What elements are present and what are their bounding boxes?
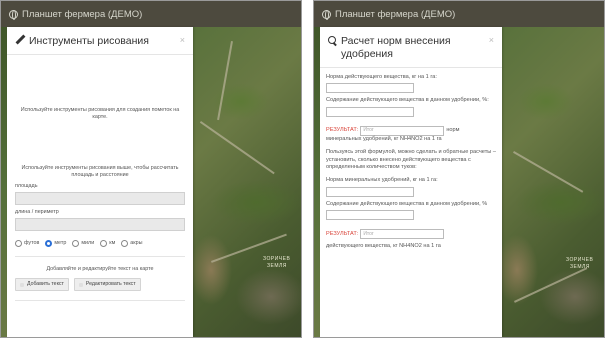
add-text-button[interactable]: Добавить текст [15,278,69,291]
result-output-1[interactable]: Итог [360,125,445,136]
unit-radio-feet[interactable]: футов [15,240,39,247]
close-icon[interactable]: × [180,35,185,45]
divider [15,256,185,257]
search-icon [328,36,337,46]
panel-title: Инструменты рисования [15,35,149,48]
active-substance-input[interactable] [326,83,414,94]
text-hint: Добавляйте и редактируйте текст на карте [46,266,154,272]
measure-hint: Используйте инструменты рисования выше, … [21,165,179,178]
text-icon [20,282,24,287]
app-titlebar: Планшет фермера (ДЕМО) [314,1,604,27]
fertilizer-calc-panel: Расчет норм внесения удобрения × Норма д… [320,27,502,337]
radio-button[interactable] [121,240,129,247]
result-output-2[interactable]: Итог [360,229,445,240]
app-titlebar: Планшет фермера (ДЕМО) [1,1,301,27]
divider [15,300,185,301]
pencil-icon [15,35,25,45]
close-icon[interactable]: × [489,35,494,45]
area-field [15,192,185,205]
globe-icon [9,9,18,20]
unit-radio-km[interactable]: км [100,240,115,247]
radio-button[interactable] [15,240,22,247]
result-suffix: норм [446,127,460,134]
edit-icon [78,282,83,287]
markers-hint: Используйте инструменты рисования для со… [20,107,180,120]
result-row-1: РЕЗУЛЬТАТ: Итог норм [326,125,496,136]
content-label-2: Содержание действующего вещества в данно… [326,200,488,207]
perimeter-label: длина / периметр [15,209,59,215]
content-input-2[interactable] [326,210,414,221]
unit-radio-miles[interactable]: мили [72,240,94,247]
drawing-tools-panel: Инструменты рисования × Используйте инст… [7,27,193,337]
radio-button[interactable] [72,240,80,247]
panel-header: Инструменты рисования × [7,27,193,55]
content-input-1[interactable] [326,106,414,117]
result-label: РЕЗУЛЬТАТ: [326,127,359,134]
result-row-2: РЕЗУЛЬТАТ: Итог [326,229,496,240]
radio-button-selected[interactable] [45,240,53,247]
radio-button[interactable] [100,240,108,247]
screenshot-drawing-tools: ЗОРИЧЕВ ЗЕМЛЯ Планшет фермера (ДЕМО) Инс… [0,0,302,338]
app-title: Планшет фермера (ДЕМО) [335,8,456,20]
reverse-calc-hint: Пользуясь этой формулой, можно сделать и… [326,149,496,171]
perimeter-field [15,218,185,231]
active-substance-label: Норма действующего вещества, кг на 1 га: [326,74,437,80]
globe-icon [322,9,331,20]
result-label: РЕЗУЛЬТАТ: [326,230,359,237]
panel-title: Расчет норм внесения удобрения [328,35,489,61]
mineral-norm-input[interactable] [326,186,414,197]
unit-radio-group: футов метр мили км акры [15,240,185,247]
unit-radio-meter[interactable]: метр [45,240,66,247]
panel-title-text: Инструменты рисования [29,35,149,47]
result-description-1: минеральных удобрений, кг NH4NO2 на 1 га [326,135,442,142]
area-label: площадь [15,183,38,189]
edit-text-button[interactable]: Редактировать текст [73,278,141,291]
panel-header: Расчет норм внесения удобрения × [320,27,502,68]
content-label-1: Содержание действующего вещества в данно… [326,97,489,104]
panel-title-text: Расчет норм внесения удобрения [340,35,451,60]
mineral-norm-label: Норма минеральных удобрений, кг на 1 га: [326,177,438,184]
unit-radio-acres[interactable]: акры [121,240,143,247]
screenshot-fertilizer-calc: ЗОРИЧЕВ ЗЕМЛЯ Планшет фермера (ДЕМО) Рас… [313,0,605,338]
result-description-2: действующего вещества, кг NH4NO2 на 1 га [326,243,441,250]
app-title: Планшет фермера (ДЕМО) [22,8,143,20]
